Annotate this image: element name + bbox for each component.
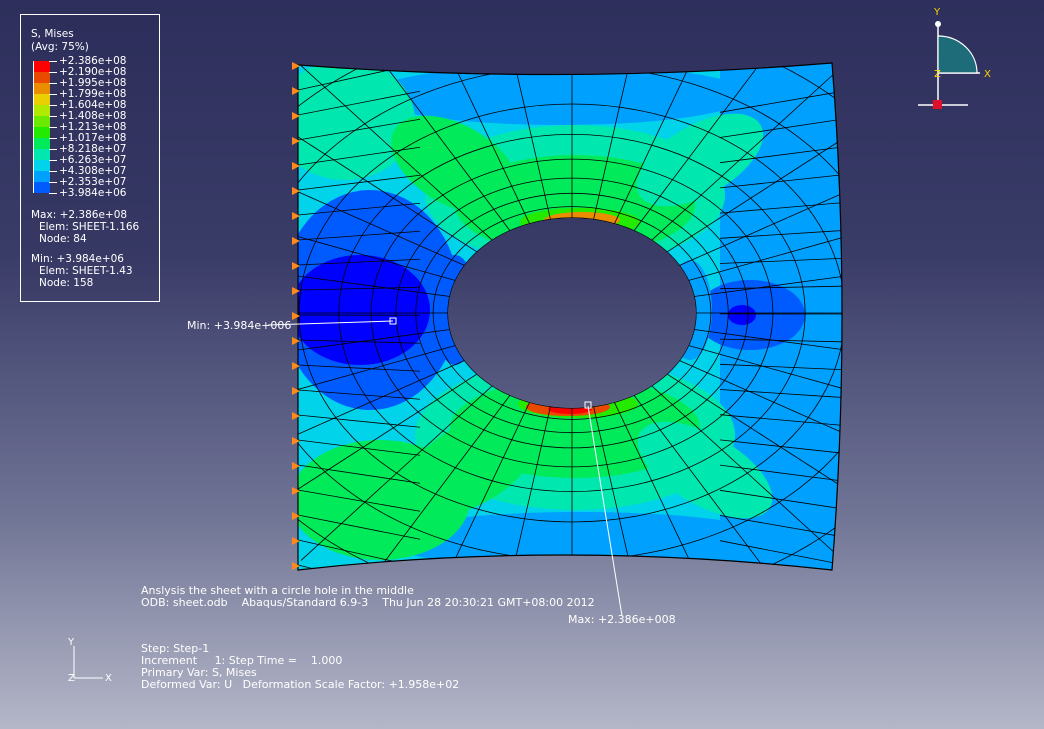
deformed-var-info: Deformed Var: U Deformation Scale Factor… — [141, 678, 460, 691]
model-viewport[interactable]: Y X Z Y X Z — [0, 0, 1044, 729]
view-orientation-triad[interactable]: Y X Z — [918, 7, 991, 109]
min-annotation-label: Min: +3.984e+006 — [187, 319, 292, 332]
triad-x-label: X — [984, 69, 991, 80]
max-annotation-label: Max: +2.386e+008 — [568, 613, 676, 626]
triad-origin-marker — [933, 100, 942, 109]
stress-fill-hole-left-side — [433, 255, 477, 365]
triad-y-tip — [935, 21, 941, 27]
triad-z-label: Z — [934, 69, 941, 80]
triad-quarter-disc — [937, 35, 978, 74]
stress-fill-top-peak — [544, 212, 620, 228]
axis-z-label: Z — [68, 673, 75, 684]
triad-y-label: Y — [933, 7, 941, 18]
axis-y-label: Y — [67, 637, 75, 648]
axis-x-label: X — [105, 673, 112, 684]
odb-info: ODB: sheet.odb Abaqus/Standard 6.9-3 Thu… — [141, 596, 595, 609]
coordinate-axes: Y X Z — [67, 637, 112, 684]
stress-fill-upper-left — [298, 63, 415, 180]
deformed-sheet[interactable] — [150, 0, 993, 636]
stress-fill-right-min — [728, 305, 756, 325]
stress-fill-hole-right-side — [668, 260, 712, 360]
